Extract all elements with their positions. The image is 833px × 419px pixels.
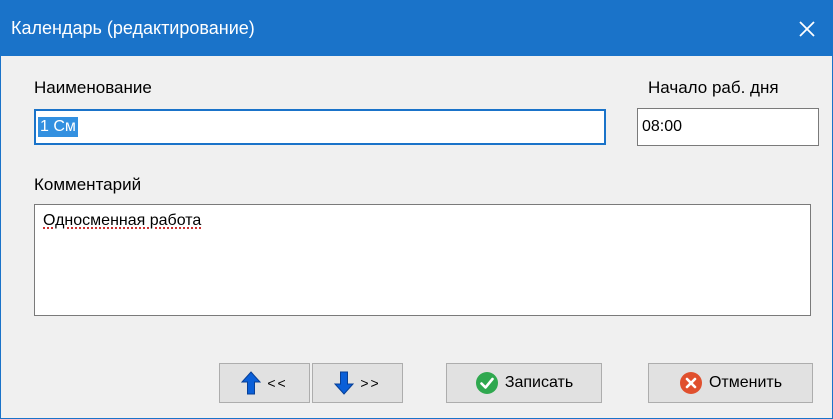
x-circle-icon: [679, 372, 702, 394]
name-input[interactable]: 1 См: [34, 109, 606, 145]
comment-label: Комментарий: [34, 175, 142, 194]
start-time-input[interactable]: 08:00: [637, 108, 819, 146]
arrow-up-icon: [241, 371, 262, 395]
comment-value: Односменная работа: [43, 212, 202, 229]
name-label: Наименование: [34, 78, 152, 97]
start-time-value: 08:00: [642, 118, 683, 135]
save-button[interactable]: Записать: [446, 363, 602, 403]
previous-arrows-text: <<: [267, 375, 288, 391]
title-bar[interactable]: Календарь (редактирование): [1, 1, 832, 56]
close-icon: [799, 20, 815, 37]
close-button[interactable]: [782, 1, 832, 56]
cancel-button-label: Отменить: [708, 374, 783, 391]
dialog-title: Календарь (редактирование): [11, 18, 255, 38]
check-circle-icon: [475, 372, 498, 394]
calendar-edit-dialog: Календарь (редактирование) Наименование …: [0, 0, 833, 419]
arrow-down-icon: [334, 371, 355, 395]
previous-record-button[interactable]: <<: [219, 363, 310, 403]
start-time-label: Начало раб. дня: [648, 78, 779, 97]
save-button-label: Записать: [504, 374, 574, 391]
comment-textarea[interactable]: Односменная работа: [34, 204, 811, 316]
next-arrows-text: >>: [360, 375, 381, 391]
next-record-button[interactable]: >>: [312, 363, 403, 403]
cancel-button[interactable]: Отменить: [648, 363, 813, 403]
name-value: 1 См: [38, 117, 78, 137]
